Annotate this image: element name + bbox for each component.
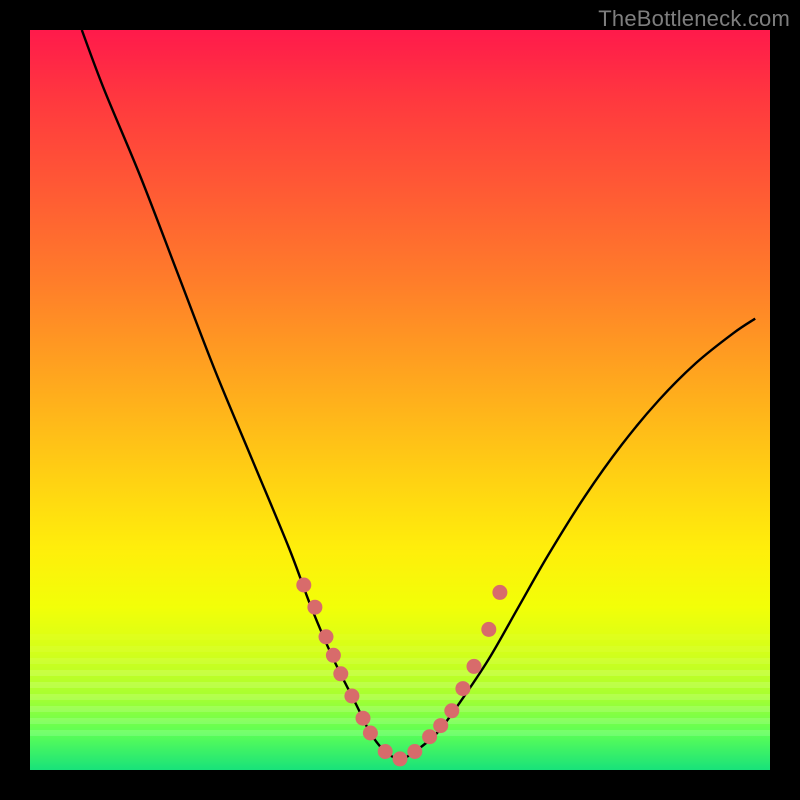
data-dots [296,578,507,767]
data-dot [455,681,470,696]
data-dot [407,744,422,759]
data-dot [422,729,437,744]
data-dot [307,600,322,615]
data-dot [433,718,448,733]
curve-layer [30,30,770,770]
data-dot [378,744,393,759]
bottleneck-curve [82,30,755,759]
data-dot [444,703,459,718]
data-dot [393,751,408,766]
watermark-text: TheBottleneck.com [598,6,790,32]
data-dot [492,585,507,600]
data-dot [363,726,378,741]
data-dot [296,578,311,593]
data-dot [326,648,341,663]
data-dot [319,629,334,644]
data-dot [481,622,496,637]
chart-frame: TheBottleneck.com [0,0,800,800]
data-dot [467,659,482,674]
data-dot [333,666,348,681]
data-dot [356,711,371,726]
data-dot [344,689,359,704]
